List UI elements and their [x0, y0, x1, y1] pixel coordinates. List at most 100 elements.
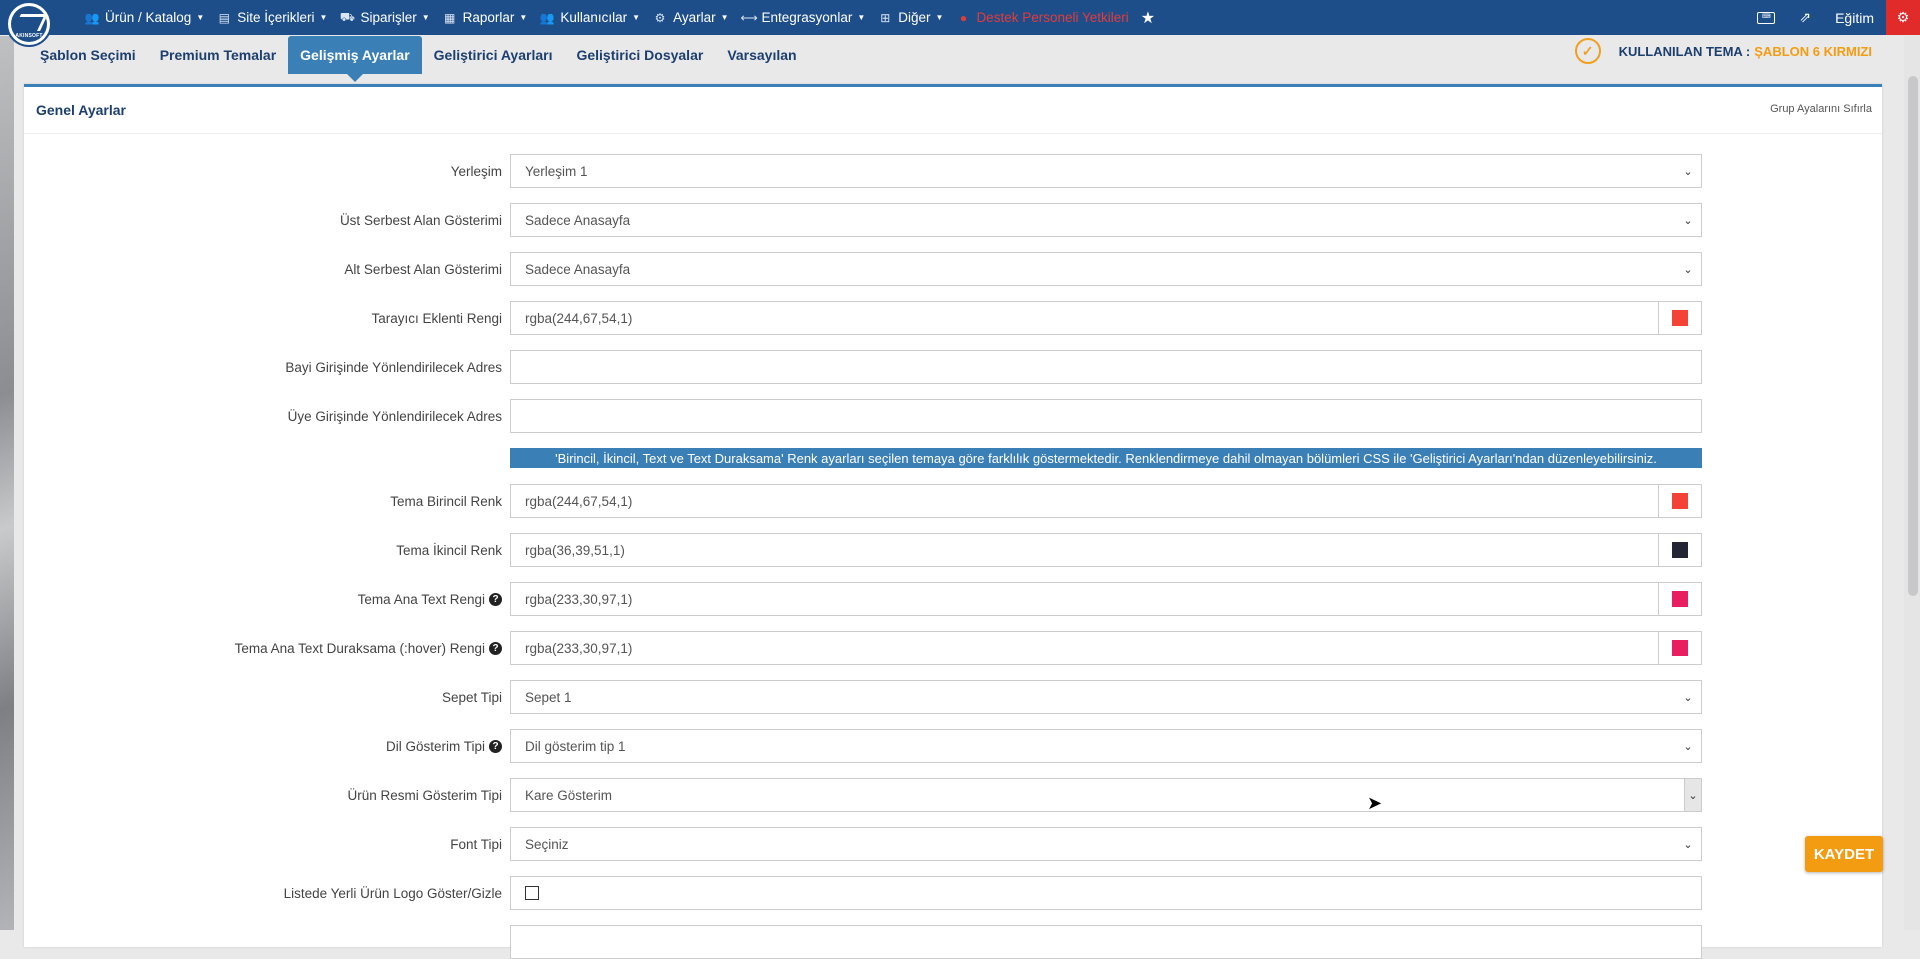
row-dealer-redirect: Bayi Girişinde Yönlendirilecek Adres	[24, 350, 1882, 384]
color-swatch	[1672, 310, 1688, 326]
chevron-down-icon: ⌄	[1683, 838, 1693, 851]
text-color-label: Tema Ana Text Rengi?	[358, 582, 502, 616]
product-image-display-select[interactable]: Kare Gösterim ⌄	[510, 778, 1702, 812]
browser-addon-color-label: Tarayıcı Eklenti Rengi	[371, 310, 502, 326]
color-picker-button[interactable]	[1658, 583, 1701, 615]
cart-type-select[interactable]: Sepet 1 ⌄	[510, 680, 1702, 714]
row-font-type: Font Tipi Seçiniz ⌄	[24, 827, 1882, 861]
text-hover-color-label: Tema Ana Text Duraksama (:hover) Rengi?	[235, 631, 502, 665]
gears-icon: ⚙	[1896, 9, 1910, 25]
education-link[interactable]: Eğitim	[1823, 0, 1886, 35]
row-member-redirect: Üye Girişinde Yönlendirilecek Adres	[24, 399, 1882, 433]
cart-type-label: Sepet Tipi	[441, 689, 502, 705]
tab-advanced-settings[interactable]: Gelişmiş Ayarlar	[288, 36, 422, 82]
nav-item-label: Kullanıcılar	[560, 10, 628, 25]
scrollbar-thumb[interactable]	[1908, 76, 1918, 596]
nav-item-label: Raporlar	[462, 10, 515, 25]
bottom-free-area-value: Sadece Anasayfa	[525, 261, 631, 277]
product-image-display-value: Kare Gösterim	[525, 787, 613, 803]
color-swatch	[1672, 591, 1688, 607]
active-theme-info: ✓ KULLANILAN TEMA : ŞABLON 6 KIRMIZI	[1574, 36, 1872, 66]
tab-developer-settings[interactable]: Geliştirici Ayarları	[422, 36, 565, 74]
chevron-down-icon: ⌄	[1683, 740, 1693, 753]
report-icon: ▦	[443, 10, 456, 25]
tab-template-selection[interactable]: Şablon Seçimi	[28, 36, 148, 74]
reset-group-settings-link[interactable]: Grup Ayalarını Sıfırla	[1770, 103, 1872, 115]
secondary-color-input[interactable]: rgba(36,39,51,1)	[510, 533, 1702, 567]
row-secondary-color: Tema İkincil Renk rgba(36,39,51,1)	[24, 533, 1882, 567]
font-type-select[interactable]: Seçiniz ⌄	[510, 827, 1702, 861]
primary-color-input[interactable]: rgba(244,67,54,1)	[510, 484, 1702, 518]
color-swatch	[1672, 542, 1688, 558]
primary-color-label: Tema Birincil Renk	[390, 493, 502, 509]
external-link-button[interactable]: ⇗	[1787, 0, 1823, 35]
general-settings-panel: Genel Ayarlar Grup Ayalarını Sıfırla Yer…	[24, 84, 1882, 959]
row-product-image-display: Ürün Resmi Gösterim Tipi Kare Gösterim ⌄	[24, 778, 1882, 812]
question-circle-icon[interactable]: ?	[489, 739, 502, 753]
text-hover-color-value: rgba(233,30,97,1)	[525, 640, 633, 656]
external-link-icon: ⇗	[1799, 9, 1812, 25]
color-picker-button[interactable]	[1658, 302, 1701, 334]
color-swatch	[1672, 493, 1688, 509]
question-circle-icon[interactable]: ?	[489, 592, 502, 606]
primary-color-value: rgba(244,67,54,1)	[525, 493, 633, 509]
bottom-free-area-select[interactable]: Sadece Anasayfa ⌄	[510, 252, 1702, 286]
nav-item-label: Siparişler	[360, 10, 417, 25]
scrollbar-track[interactable]	[1904, 36, 1920, 930]
keyboard-icon: ⌨	[1757, 11, 1776, 24]
logo[interactable]: AKINSOFT	[6, 1, 52, 47]
active-theme-label: KULLANILAN TEMA :	[1618, 43, 1751, 59]
nav-item-7[interactable]: ⊞ Diğer ▼	[873, 0, 951, 35]
color-picker-button[interactable]	[1658, 485, 1701, 517]
language-display-select[interactable]: Dil gösterim tip 1 ⌄	[510, 729, 1702, 763]
layout-select[interactable]: Yerleşim 1 ⌄	[510, 154, 1702, 188]
row-local-product-logo: Listede Yerli Ürün Logo Göster/Gizle	[24, 876, 1882, 910]
keyboard-shortcuts-button[interactable]: ⌨	[1745, 0, 1787, 35]
star-icon[interactable]: ★	[1141, 8, 1155, 28]
member-redirect-input[interactable]	[510, 399, 1702, 433]
nav-item-4[interactable]: 👥 Kullanıcılar ▼	[535, 0, 648, 35]
nav-item-3[interactable]: ▦ Raporlar ▼	[438, 0, 536, 35]
chevron-down-icon: ⌄	[1683, 165, 1693, 178]
tab-premium-themes[interactable]: Premium Temalar	[148, 36, 288, 74]
layout-select-value: Yerleşim 1	[525, 163, 588, 179]
text-color-input[interactable]: rgba(233,30,97,1)	[510, 582, 1702, 616]
font-type-value: Seçiniz	[525, 836, 569, 852]
nav-item-0[interactable]: 👥 Ürün / Katalog ▼	[80, 0, 212, 35]
product-image-display-label: Ürün Resmi Gösterim Tipi	[347, 787, 502, 803]
nav-item-2[interactable]: ⛟ Siparişler ▼	[335, 0, 437, 35]
top-free-area-select[interactable]: Sadece Anasayfa ⌄	[510, 203, 1702, 237]
save-button[interactable]: KAYDET	[1805, 836, 1883, 872]
caret-down-icon: ▼	[319, 13, 328, 22]
active-theme-value: ŞABLON 6 KIRMIZI	[1754, 43, 1872, 59]
chevron-down-icon: ⌄	[1684, 779, 1701, 811]
panel-header: Genel Ayarlar Grup Ayalarını Sıfırla	[24, 87, 1882, 134]
nav-item-1[interactable]: ▤ Site İçerikleri ▼	[212, 0, 335, 35]
settings-gear-button[interactable]: ⚙	[1886, 0, 1920, 35]
nav-item-6[interactable]: ⟷ Entegrasyonlar ▼	[737, 0, 874, 35]
nav-item-8[interactable]: ● Destek Personeli Yetkileri	[951, 0, 1136, 35]
text-hover-color-label-text: Tema Ana Text Duraksama (:hover) Rengi	[234, 640, 485, 656]
row-language-display: Dil Gösterim Tipi? Dil gösterim tip 1 ⌄	[24, 729, 1882, 763]
text-hover-color-input[interactable]: rgba(233,30,97,1)	[510, 631, 1702, 665]
partial-field[interactable]	[510, 925, 1702, 959]
nav-item-label: Destek Personeli Yetkileri	[976, 10, 1129, 25]
color-info-bar: 'Birincil, İkincil, Text ve Text Duraksa…	[510, 448, 1702, 468]
local-product-logo-checkbox[interactable]	[525, 886, 539, 900]
color-picker-button[interactable]	[1658, 534, 1701, 566]
color-picker-button[interactable]	[1658, 632, 1701, 664]
question-circle-icon[interactable]: ?	[489, 641, 502, 655]
nav-item-5[interactable]: ⚙ Ayarlar ▼	[648, 0, 736, 35]
nav-item-label: Site İçerikleri	[237, 10, 315, 25]
caret-down-icon: ▼	[857, 13, 866, 22]
row-text-color: Tema Ana Text Rengi? rgba(233,30,97,1)	[24, 582, 1882, 616]
secondary-color-label: Tema İkincil Renk	[396, 542, 502, 558]
dealer-redirect-input[interactable]	[510, 350, 1702, 384]
browser-addon-color-input[interactable]: rgba(244,67,54,1)	[510, 301, 1702, 335]
bottom-free-area-label: Alt Serbest Alan Gösterimi	[344, 261, 502, 277]
truck-icon: ⛟	[339, 9, 355, 24]
tab-developer-files[interactable]: Geliştirici Dosyalar	[564, 36, 715, 74]
cart-type-value: Sepet 1	[525, 689, 572, 705]
row-browser-addon-color: Tarayıcı Eklenti Rengi rgba(244,67,54,1)	[24, 301, 1882, 335]
tab-defaults[interactable]: Varsayılan	[715, 36, 808, 74]
